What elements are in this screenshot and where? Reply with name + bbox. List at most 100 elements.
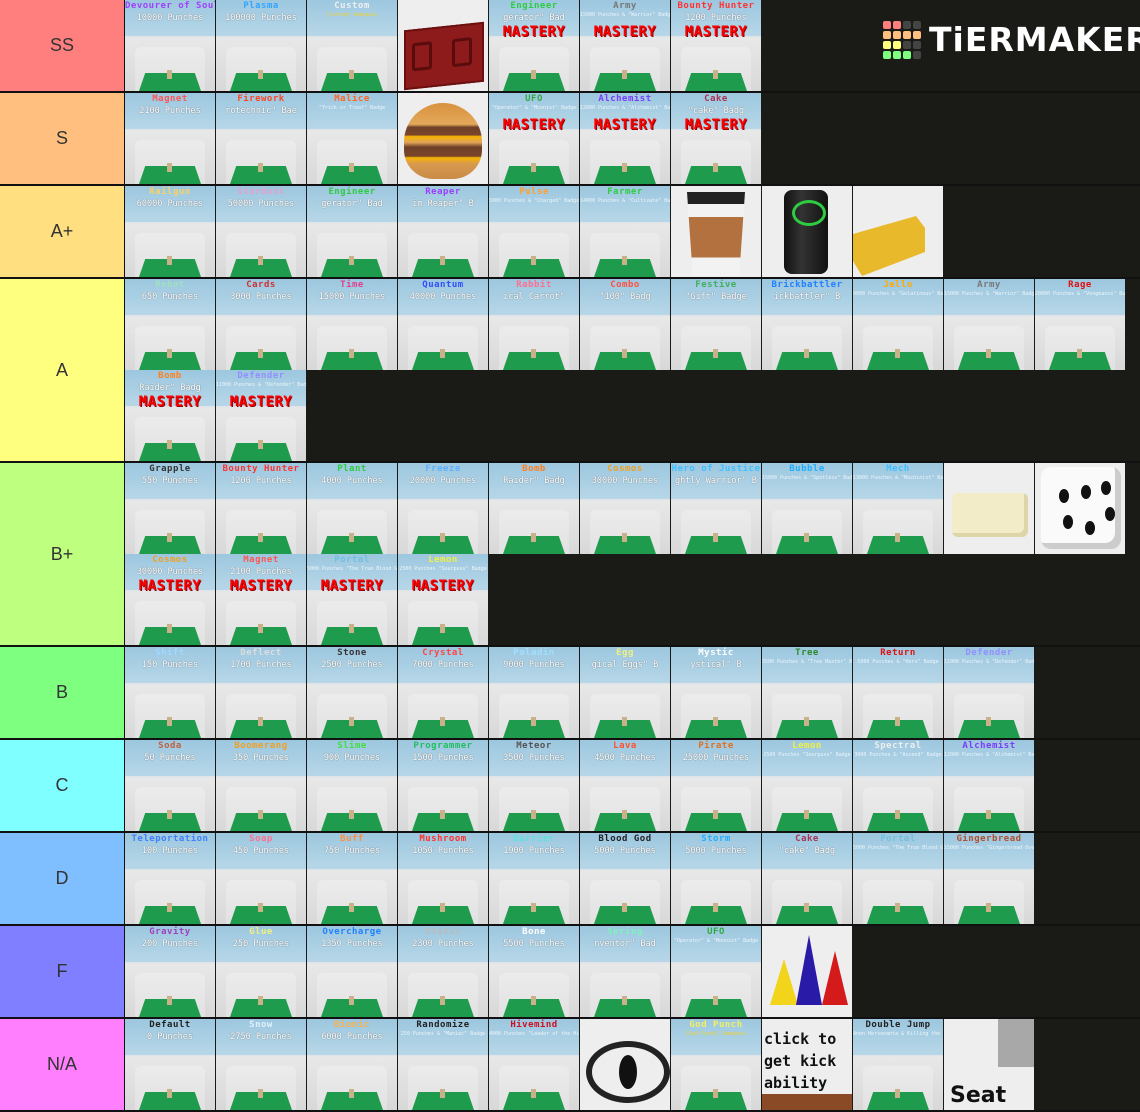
tier-item-freeze[interactable]: Freeze 20000 Punches <box>398 463 488 554</box>
tier-item-ufo[interactable]: UFO "Operator" & "Moonist" Badge <box>671 926 761 1017</box>
tier-item-defender[interactable]: Defender 11000 Punches & "Defender" Badge <box>944 647 1034 738</box>
tier-item-bomb[interactable]: Bomb Raider" Badg MASTERY <box>125 370 215 461</box>
tier-item-spectral[interactable]: Spectral 3000 Punches & "Ascend" Badge <box>853 740 943 831</box>
tier-item-devourer-of-souls[interactable]: Devourer of Souls 10000 Punches <box>125 0 215 91</box>
tier-item-time[interactable]: Time 15000 Punches <box>307 279 397 370</box>
tier-item-paladin[interactable]: Paladin 9000 Punches <box>489 647 579 738</box>
tier-item-return[interactable]: Return 5000 Punches & "Hero" Badge <box>853 647 943 738</box>
tier-item-engineer[interactable]: Engineer gerator" Bad <box>307 186 397 277</box>
tier-item-image-cheese[interactable] <box>853 186 943 277</box>
tier-item-pirate[interactable]: Pirate 25000 Punches <box>671 740 761 831</box>
tier-item-default[interactable]: Default 0 Punches <box>125 1019 215 1110</box>
tier-item-deflect[interactable]: Deflect 1700 Punches <box>216 647 306 738</box>
tier-item-soda[interactable]: Soda 50 Punches <box>125 740 215 831</box>
tier-item-spring[interactable]: Spring nventor" Bad <box>580 926 670 1017</box>
tier-item-randomize[interactable]: Randomize 250 Punches & "Maniac" Badge <box>398 1019 488 1110</box>
tier-item-image-kick-ability[interactable]: click to get kick ability <box>762 1019 852 1110</box>
tier-item-stone[interactable]: Stone 2500 Punches <box>307 647 397 738</box>
tier-item-stardust[interactable]: Stardust 50000 Punches <box>216 186 306 277</box>
tier-item-slime[interactable]: Slime 900 Punches <box>307 740 397 831</box>
tier-item-grapple[interactable]: Grapple 550 Punches <box>125 463 215 554</box>
tier-item-bomb[interactable]: Bomb Raider" Badg <box>489 463 579 554</box>
tier-item-alchemist[interactable]: Alchemist 12000 Punches & "Alchemist" Bad… <box>944 740 1034 831</box>
tier-item-glue[interactable]: Glue 250 Punches <box>216 926 306 1017</box>
tier-item-quantum[interactable]: Quantum 40000 Punches <box>398 279 488 370</box>
tier-item-army[interactable]: Army 15000 Punches & "Warrior" Badge MASTE… <box>580 0 670 91</box>
tier-item-hivemind[interactable]: Hivemind4000 Punches "Leader of the Hive… <box>489 1019 579 1110</box>
tier-item-rage[interactable]: Rage 20000 Punches & "Vengeance" Badge <box>1035 279 1125 370</box>
tier-item-image-dice[interactable] <box>1035 463 1125 554</box>
tier-item-mystic[interactable]: Mystic ystical" B <box>671 647 761 738</box>
tier-item-blood-god[interactable]: Blood God 5000 Punches <box>580 833 670 924</box>
tier-item-jello[interactable]: Jello 9000 Punches & "Gelatinous" Badge <box>853 279 943 370</box>
tier-item-static[interactable]: Static 2300 Punches <box>398 926 488 1017</box>
tier-item-lemon[interactable]: Lemon 2500 Punches "Sourpuss" Badge MASTER… <box>398 554 488 645</box>
tier-item-brickbattler[interactable]: Brickbattler ickbattler" B <box>762 279 852 370</box>
tier-item-snow[interactable]: Snow 2750 Punches <box>216 1019 306 1110</box>
tier-item-gingerbread[interactable]: Gingerbread 15000 Punches "Gingerbread Ov… <box>944 833 1034 924</box>
tier-item-meteor[interactable]: Meteor 3500 Punches <box>489 740 579 831</box>
tier-item-gravity[interactable]: Gravity 200 Punches <box>125 926 215 1017</box>
tier-label[interactable]: S <box>0 93 125 184</box>
tier-item-shift[interactable]: Shift 150 Punches <box>125 647 215 738</box>
tier-item-magnet[interactable]: Magnet 2100 Punches <box>125 93 215 184</box>
tier-item-malice[interactable]: Malice "Trick or Treat" Badge <box>307 93 397 184</box>
tier-item-image-red-crate[interactable] <box>398 0 488 91</box>
tier-item-buff[interactable]: Buff 750 Punches <box>307 833 397 924</box>
tier-item-plant[interactable]: Plant 4000 Punches <box>307 463 397 554</box>
tier-item-cards[interactable]: Cards 3000 Punches <box>216 279 306 370</box>
tier-item-barrier[interactable]: Barrier 1900 Punches <box>489 833 579 924</box>
tier-item-cake[interactable]: Cake "cake" Badg <box>762 833 852 924</box>
tier-item-image-party-hats[interactable] <box>762 926 852 1017</box>
tier-item-double-jump[interactable]: Double Jump Anon Hersonanta & Killing the… <box>853 1019 943 1110</box>
tier-item-mech[interactable]: Mech 13000 Punches & "Machinist" Badge <box>853 463 943 554</box>
tier-item-image-burger[interactable] <box>398 93 488 184</box>
tier-item-lemon[interactable]: Lemon 2500 Punches "Sourpuss" Badge <box>762 740 852 831</box>
tier-item-combo[interactable]: Combo "100" Badg <box>580 279 670 370</box>
tier-item-image-butter[interactable] <box>944 463 1034 554</box>
tier-item-god-punch[interactable]: God Punch [God Punch] Gamepass <box>671 1019 761 1110</box>
tier-item-storm[interactable]: Storm 5000 Punches <box>671 833 761 924</box>
tier-label[interactable]: C <box>0 740 125 831</box>
tier-item-teleportation[interactable]: Teleportation 100 Punches <box>125 833 215 924</box>
tier-item-army[interactable]: Army 15000 Punches & "Warrior" Badge <box>944 279 1034 370</box>
tier-label[interactable]: D <box>0 833 125 924</box>
tier-item-egg[interactable]: Egg gical Eggs" B <box>580 647 670 738</box>
tier-item-crystal[interactable]: Crystal 7000 Punches <box>398 647 488 738</box>
tier-item-lava[interactable]: Lava 4500 Punches <box>580 740 670 831</box>
tier-item-cake[interactable]: Cake "cake" Badg MASTERY <box>671 93 761 184</box>
tier-label[interactable]: B+ <box>0 463 125 645</box>
tier-item-overcharge[interactable]: Overcharge 1350 Punches <box>307 926 397 1017</box>
tier-item-farmer[interactable]: Farmer 14000 Punches & "Cultivate" Badge <box>580 186 670 277</box>
tier-item-magnet[interactable]: Magnet 2100 Punches MASTERY <box>216 554 306 645</box>
tier-item-tree[interactable]: Tree3500 Punches & "Tree Master" Badge <box>762 647 852 738</box>
tier-item-mushroom[interactable]: Mushroom 1050 Punches <box>398 833 488 924</box>
tier-item-bone[interactable]: Bone 5500 Punches <box>489 926 579 1017</box>
tier-item-image-soda-can[interactable] <box>762 186 852 277</box>
tier-item-image-eye[interactable] <box>580 1019 670 1110</box>
tier-item-robot[interactable]: Robot 650 Punches <box>125 279 215 370</box>
tier-item-image-seat[interactable]: Seat <box>944 1019 1034 1110</box>
tier-item-pulse[interactable]: Pulse 5000 Punches & "Charged" Badge <box>489 186 579 277</box>
tier-label[interactable]: A <box>0 279 125 461</box>
tier-item-reaper[interactable]: Reaper im Reaper" B <box>398 186 488 277</box>
tier-label[interactable]: SS <box>0 0 125 91</box>
tier-label[interactable]: B <box>0 647 125 738</box>
tier-item-bounty-hunter[interactable]: Bounty Hunter 1200 Punches <box>216 463 306 554</box>
tier-label[interactable]: A+ <box>0 186 125 277</box>
tier-item-hero-of-justice[interactable]: Hero of Justice ghtly Warrior" B <box>671 463 761 554</box>
tier-item-rabbit[interactable]: Rabbit ical Carrot" <box>489 279 579 370</box>
tier-item-cosmos[interactable]: Cosmos 30000 Punches <box>580 463 670 554</box>
tier-item-bounty-hunter[interactable]: Bounty Hunter 1200 Punches MASTERY <box>671 0 761 91</box>
tier-item-portal[interactable]: Portal5000 Punches "The True Blood God" … <box>307 554 397 645</box>
tier-item-bionic[interactable]: Bionic 6000 Punches <box>307 1019 397 1110</box>
tier-label[interactable]: F <box>0 926 125 1017</box>
tier-item-soap[interactable]: Soap 450 Punches <box>216 833 306 924</box>
tier-item-alchemist[interactable]: Alchemist 12000 Punches & "Alchemist" Bad… <box>580 93 670 184</box>
tier-item-engineer[interactable]: Engineer gerator" Bad MASTERY <box>489 0 579 91</box>
tiermaker-logo[interactable]: TiERMAKER <box>883 20 1140 59</box>
tier-item-programmer[interactable]: Programmer 1500 Punches <box>398 740 488 831</box>
tier-item-portal[interactable]: Portal5000 Punches "The True Blood God" … <box>853 833 943 924</box>
tier-item-image-coffee-cup[interactable] <box>671 186 761 277</box>
tier-label[interactable]: N/A <box>0 1019 125 1110</box>
